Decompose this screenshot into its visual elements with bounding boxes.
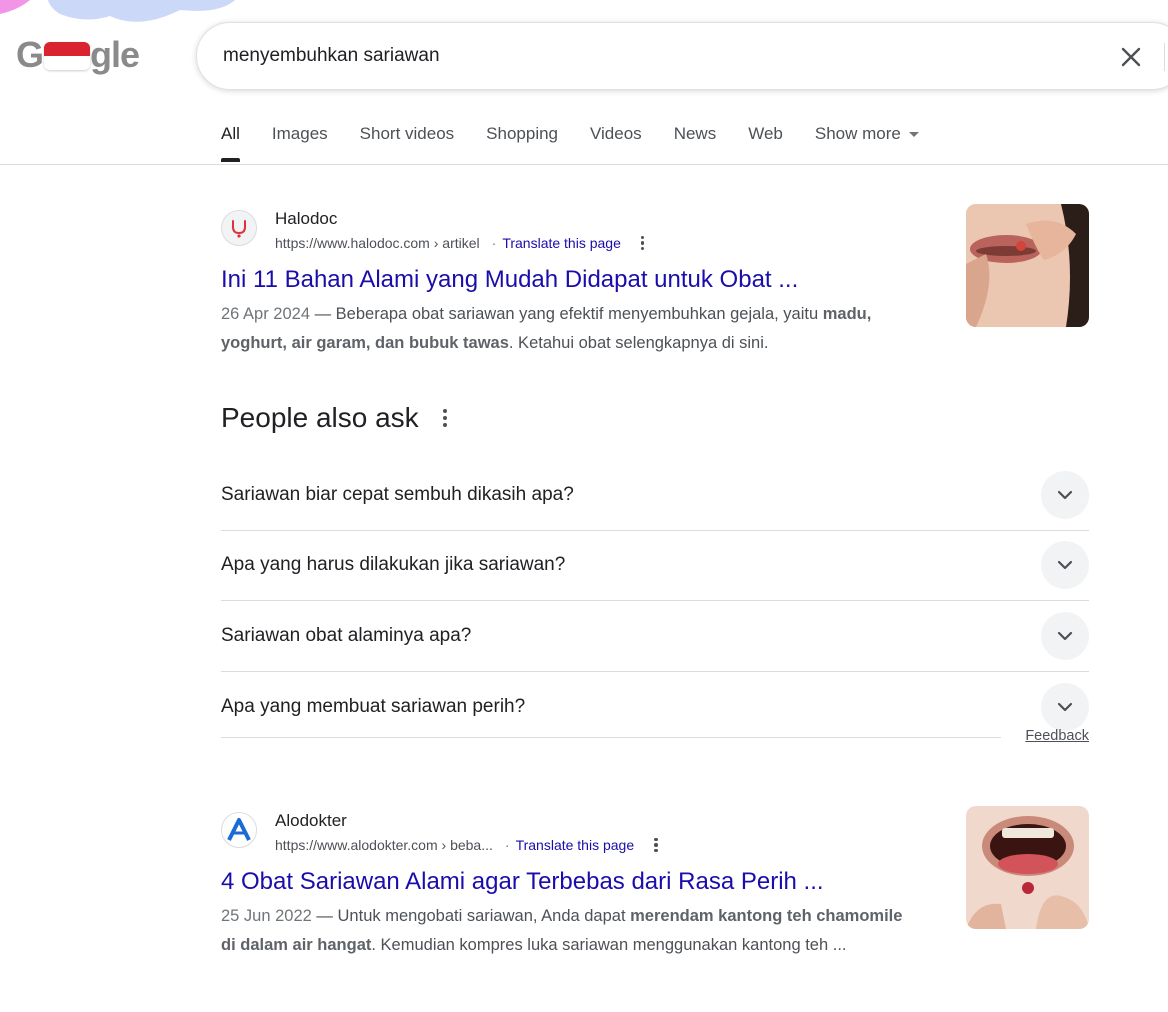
snippet-text: . Kemudian kompres luka sariawan menggun… — [371, 936, 847, 954]
indonesia-flag-icon — [44, 42, 90, 70]
tab-label: Videos — [590, 124, 642, 143]
separator-dot: · — [491, 235, 497, 251]
alodokter-favicon-icon — [221, 812, 257, 848]
search-divider — [1164, 43, 1165, 71]
tab-news[interactable]: News — [674, 124, 717, 164]
tabs-divider — [0, 164, 1168, 165]
tab-show-more[interactable]: Show more — [815, 124, 919, 164]
result-snippet: 25 Jun 2022 — Untuk mengobati sariawan, … — [221, 902, 921, 960]
paa-question-text: Apa yang harus dilakukan jika sariawan? — [221, 554, 566, 576]
snippet-text: Untuk mengobati sariawan, Anda dapat — [337, 907, 631, 925]
paa-title: People also ask — [221, 402, 419, 433]
search-result: Halodoc https://www.halodoc.com › artike… — [221, 206, 1089, 358]
tab-label: News — [673, 124, 717, 143]
paa-question-text: Sariawan obat alaminya apa? — [221, 624, 472, 646]
paa-question-text: Sariawan biar cepat sembuh dikasih apa? — [221, 483, 574, 505]
clear-search-button[interactable] — [1115, 41, 1147, 73]
tab-label: All — [221, 124, 240, 143]
people-also-ask: People also ask Sariawan biar cepat semb… — [221, 398, 1089, 742]
snippet-text: . Ketahui obat selengkapnya di sini. — [508, 334, 769, 352]
more-options-icon[interactable] — [442, 409, 447, 427]
snippet-dash: — — [310, 305, 336, 323]
chevron-down-icon[interactable] — [1041, 541, 1089, 590]
result-source[interactable]: Halodoc https://www.halodoc.com › artike… — [221, 206, 1089, 256]
tab-web[interactable]: Web — [748, 124, 783, 164]
paa-bottom-divider — [221, 737, 1001, 738]
result-url: https://www.alodokter.com › beba... — [275, 837, 493, 853]
tab-label: Shopping — [486, 124, 558, 143]
paa-question[interactable]: Apa yang harus dilakukan jika sariawan? — [221, 531, 1089, 601]
halodoc-favicon-icon — [221, 210, 257, 246]
google-logo[interactable]: G gle — [14, 34, 144, 75]
search-input[interactable] — [223, 45, 1073, 67]
tab-label: Web — [748, 124, 783, 143]
result-source[interactable]: Alodokter https://www.alodokter.com › be… — [221, 808, 1089, 858]
tab-short-videos[interactable]: Short videos — [360, 124, 455, 164]
chevron-down-icon[interactable] — [1041, 470, 1089, 519]
result-thumbnail[interactable] — [966, 806, 1089, 929]
chevron-down-icon[interactable] — [1041, 611, 1089, 660]
paa-question-text: Apa yang membuat sariawan perih? — [221, 695, 526, 717]
feedback-link[interactable]: Feedback — [1025, 728, 1089, 744]
close-icon — [1121, 47, 1141, 67]
logo-text-right: gle — [90, 34, 140, 75]
translate-link[interactable]: Translate this page — [516, 835, 635, 855]
caret-down-icon — [908, 132, 919, 137]
result-date: 25 Jun 2022 — [221, 907, 312, 925]
search-result: Alodokter https://www.alodokter.com › be… — [221, 808, 1089, 960]
result-snippet: 26 Apr 2024 — Beberapa obat sariawan yan… — [221, 300, 921, 358]
tab-all[interactable]: All — [221, 124, 240, 164]
paa-feedback-row: Feedback — [221, 726, 1089, 750]
tab-videos[interactable]: Videos — [590, 124, 642, 164]
face-lip-image — [966, 204, 1089, 327]
snippet-dash: — — [311, 907, 338, 925]
tab-label: Images — [271, 124, 328, 143]
result-thumbnail[interactable] — [966, 204, 1089, 327]
result-url: https://www.halodoc.com › artikel — [275, 235, 480, 251]
paa-question[interactable]: Sariawan biar cepat sembuh dikasih apa? — [221, 460, 1089, 531]
result-date: 26 Apr 2024 — [221, 305, 310, 323]
more-options-icon[interactable] — [654, 837, 658, 853]
tab-label: Short videos — [359, 124, 455, 143]
more-options-icon[interactable] — [640, 235, 645, 251]
snippet-text: Beberapa obat sariawan yang efektif meny… — [335, 305, 823, 323]
result-site-name: Alodokter — [275, 811, 347, 830]
result-title-link[interactable]: 4 Obat Sariawan Alami agar Terbebas dari… — [221, 866, 1089, 898]
translate-link[interactable]: Translate this page — [502, 233, 621, 253]
result-title-link[interactable]: Ini 11 Bahan Alami yang Mudah Didapat un… — [221, 264, 1089, 296]
search-box[interactable] — [196, 22, 1168, 90]
tab-shopping[interactable]: Shopping — [486, 124, 558, 164]
result-site-name: Halodoc — [275, 209, 338, 228]
tab-label: Show more — [814, 124, 901, 143]
logo-text-left: G — [16, 34, 44, 75]
chevron-down-icon[interactable] — [1041, 682, 1089, 731]
paa-list: Sariawan biar cepat sembuh dikasih apa? … — [221, 460, 1089, 742]
mouth-ulcer-image — [966, 806, 1089, 929]
separator-dot: · — [504, 837, 510, 853]
tab-images[interactable]: Images — [272, 124, 328, 164]
paa-question[interactable]: Sariawan obat alaminya apa? — [221, 601, 1089, 672]
search-tabs: All Images Short videos Shopping Videos … — [221, 124, 951, 164]
